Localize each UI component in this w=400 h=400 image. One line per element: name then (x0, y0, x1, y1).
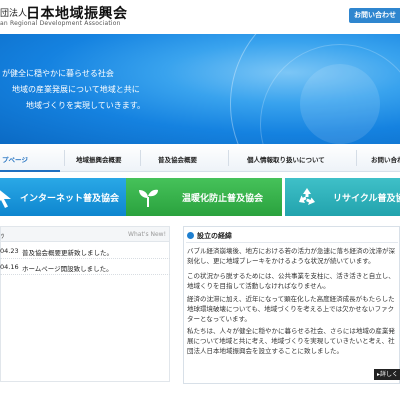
hero-text-line: 地域づくりを実現していきます。 (26, 101, 145, 110)
news-date: 04.23 (0, 247, 19, 255)
news-text: 普及協会概要更新致しました。 (22, 249, 113, 257)
detail-button-label: 詳しく (380, 371, 399, 378)
banner-recycle-label: リサイクル普及協会 (333, 194, 400, 204)
hero-text-line: が健全に穏やかに暮らせる社会 (2, 69, 114, 78)
org-prefix: 団法人 (0, 9, 28, 19)
news-header: ﾂ What's New! (0, 226, 170, 242)
main-nav: プページ 地域振興会概要 普及協会概要 個人情報取り扱いについて お問い合わせ (0, 144, 400, 172)
nav-divider (64, 150, 65, 166)
banner-warming[interactable]: 温暖化防止普及協会 (126, 178, 282, 216)
hero-decoration (300, 64, 380, 144)
news-text: ホームページ開設致しました。 (22, 265, 113, 273)
site-header: 団法人 日本地域振興会 an Regional Development Asso… (0, 0, 400, 34)
news-header-title: ﾂ (1, 232, 5, 240)
nav-divider (140, 150, 141, 166)
nav-item-contact[interactable]: お問い合わせ (371, 154, 400, 164)
sprout-icon (139, 189, 158, 207)
banner-warming-label: 温暖化防止普及協会 (182, 194, 264, 204)
about-paragraph: 経済の沈滞に加え、近年になって顕在化した高度経済成長がもたらした地球環境破壊につ… (187, 295, 395, 323)
nav-item-association[interactable]: 普及協会概要 (158, 154, 197, 164)
nav-item-privacy[interactable]: 個人情報取り扱いについて (247, 154, 325, 164)
hero-banner: が健全に穏やかに暮らせる社会 地域の産業発展について地域と共に 地域づくりを実現… (0, 34, 400, 144)
bullet-icon (187, 232, 194, 239)
contact-button[interactable]: お問い合わせ (349, 8, 400, 23)
about-paragraph: 私たちは、人々が健全に穏やかに暮らせる社会、さらには地域の産業発展について地域と… (187, 327, 395, 355)
nav-item-home[interactable]: プページ (2, 154, 28, 164)
nav-divider (228, 150, 229, 166)
nav-divider (356, 150, 357, 166)
news-date: 04.16 (0, 263, 19, 271)
banner-internet[interactable]: インターネット普及協会 (0, 178, 142, 216)
cursor-arrow-icon (0, 190, 11, 208)
about-paragraph: この状況から脱するためには、公共事業を支柱に、活き活きと自立し、地域くりを目指し… (187, 272, 395, 290)
nav-active-indicator (0, 170, 60, 172)
hero-text-line: 地域の産業発展について地域と共に (12, 85, 140, 94)
nav-item-overview[interactable]: 地域振興会概要 (76, 154, 122, 164)
about-paragraph: バブル経済崩壊後、地方における若の活力が急速に落ち経済の沈滞が深刻化し、更に地域… (187, 247, 395, 265)
recycle-icon (299, 188, 315, 205)
news-item[interactable]: 04.23 普及協会概要更新致しました。 (0, 243, 170, 259)
banner-internet-label: インターネット普及協会 (20, 194, 120, 204)
detail-button[interactable]: ▸詳しく (374, 369, 400, 380)
news-item[interactable]: 04.16 ホームページ開設致しました。 (0, 259, 170, 275)
about-title: 設立の経緯 (197, 232, 232, 240)
banner-recycle[interactable]: リサイクル普及協会 (285, 178, 400, 216)
divider (186, 242, 398, 243)
whats-new-link[interactable]: What's New! (128, 231, 166, 238)
org-english-name: an Regional Development Association (0, 20, 121, 27)
